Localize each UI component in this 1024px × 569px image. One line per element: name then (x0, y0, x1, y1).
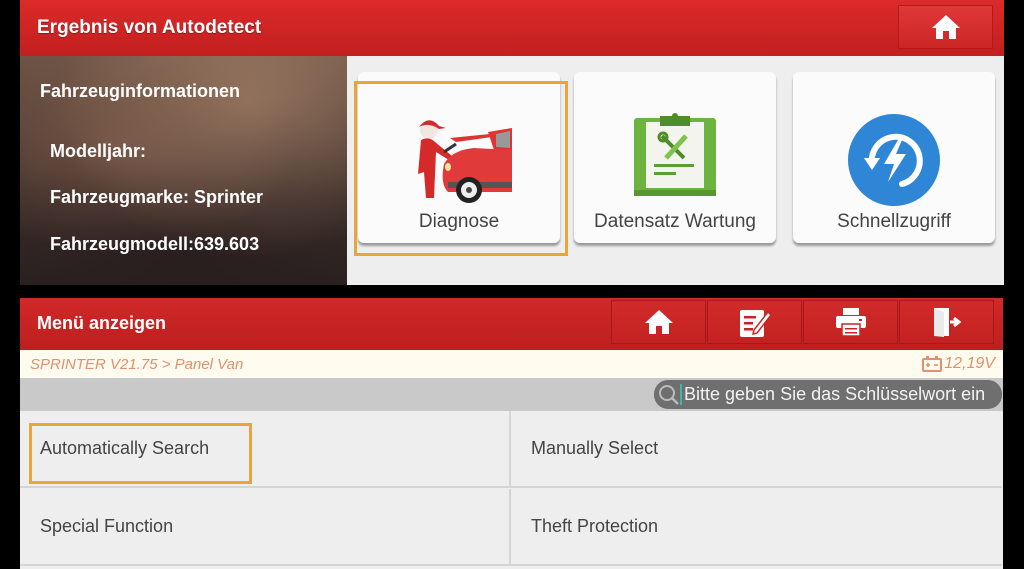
menu-item-theft-protection[interactable]: Theft Protection (511, 489, 1002, 566)
maintenance-records-tile[interactable]: Datensatz Wartung (574, 72, 776, 243)
battery-icon (922, 356, 943, 372)
print-button[interactable] (803, 300, 898, 344)
quick-access-label: Schnellzugriff (837, 211, 951, 232)
menu-item-special-function[interactable]: Special Function (20, 489, 511, 566)
clipboard-tools-icon (632, 112, 718, 203)
search-bar (20, 378, 1003, 411)
maintenance-records-label: Datensatz Wartung (594, 211, 756, 232)
search-field[interactable] (654, 380, 1002, 409)
quick-access-tile[interactable]: Schnellzugriff (793, 72, 995, 243)
home-button[interactable] (611, 300, 706, 344)
menu-screen: Menü anzeigen SPRINTER V21.75 > Panel Va… (20, 298, 1003, 569)
breadcrumb-bar: SPRINTER V21.75 > Panel Van 12,19V (20, 350, 1003, 378)
top-header-bar: Ergebnis von Autodetect (20, 0, 1004, 56)
search-input[interactable] (680, 384, 1000, 405)
menu-item-automatically-search[interactable]: Automatically Search (20, 411, 511, 488)
diagnose-tile[interactable]: Diagnose (358, 72, 560, 243)
page-title: Ergebnis von Autodetect (37, 17, 262, 38)
battery-voltage-indicator: 12,19V (922, 355, 995, 373)
battery-voltage-value: 12,19V (944, 355, 995, 372)
edit-report-button[interactable] (707, 300, 802, 344)
vehicle-info-heading: Fahrzeuginformationen (40, 81, 241, 101)
vehicle-info-panel: Fahrzeuginformationen Modelljahr: Fahrze… (20, 56, 347, 285)
home-button[interactable] (898, 5, 993, 49)
quick-access-bolt-icon (846, 112, 942, 213)
search-icon (659, 384, 679, 405)
autodetect-result-screen: Ergebnis von Autodetect Fahrzeuginformat… (20, 0, 1004, 285)
breadcrumb: SPRINTER V21.75 > Panel Van (30, 356, 244, 373)
home-icon (931, 15, 960, 39)
exit-door-icon (933, 308, 961, 337)
vehicle-brand: Fahrzeugmarke: Sprinter (50, 187, 264, 207)
edit-report-icon (739, 310, 772, 337)
exit-button[interactable] (899, 300, 994, 344)
diagnose-label: Diagnose (418, 211, 500, 232)
printer-icon (835, 308, 866, 337)
menu-title: Menü anzeigen (37, 313, 167, 333)
menu-header-bar: Menü anzeigen (20, 298, 1003, 350)
home-icon (644, 310, 673, 334)
vehicle-model: Fahrzeugmodell:639.603 (50, 234, 260, 254)
model-year: Modelljahr: (50, 141, 147, 161)
mechanic-car-icon (404, 112, 514, 212)
menu-item-manually-select[interactable]: Manually Select (511, 411, 1002, 488)
menu-grid: Automatically Search Manually Select Spe… (20, 411, 1003, 569)
